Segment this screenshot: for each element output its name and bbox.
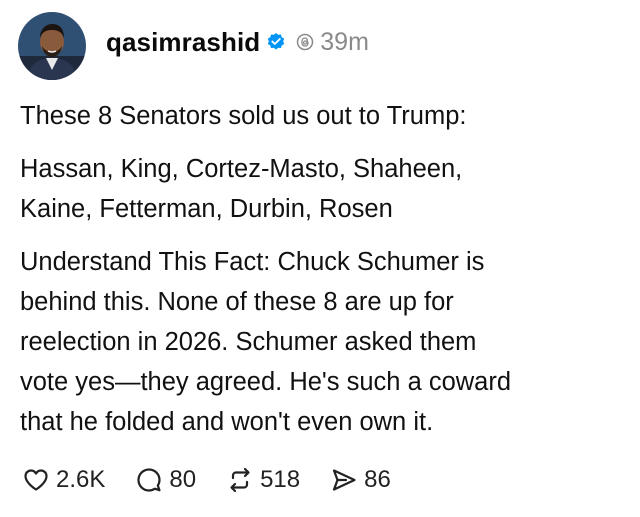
post-meta: qasimrashid 39m xyxy=(106,27,369,58)
post-paragraph: These 8 Senators sold us out to Trump: xyxy=(20,96,625,136)
post-text-line: Understand This Fact: Chuck Schumer is xyxy=(20,248,485,276)
post-text-line: reelection in 2026. Schumer asked them xyxy=(20,328,477,356)
post-header: qasimrashid 39m xyxy=(18,12,369,80)
like-button[interactable]: 2.6K xyxy=(22,466,105,494)
post-body: These 8 Senators sold us out to Trump: H… xyxy=(20,96,625,442)
post-timestamp: 39m xyxy=(320,27,369,56)
threads-logo-icon xyxy=(296,33,314,51)
repost-button[interactable]: 518 xyxy=(226,466,300,494)
reply-button[interactable]: 80 xyxy=(135,466,196,494)
avatar[interactable] xyxy=(18,12,86,80)
post-text-line: that he folded and won't even own it. xyxy=(20,408,434,436)
share-icon xyxy=(333,469,356,491)
post-paragraph: Understand This Fact: Chuck Schumer is b… xyxy=(20,242,625,442)
repost-icon xyxy=(230,467,250,493)
comment-icon xyxy=(137,468,161,492)
avatar-image xyxy=(18,12,86,80)
repost-count: 518 xyxy=(260,466,301,493)
share-count: 86 xyxy=(364,466,391,493)
reply-count: 80 xyxy=(169,466,197,493)
like-count: 2.6K xyxy=(56,466,106,493)
share-button[interactable]: 86 xyxy=(330,466,391,494)
post-paragraph: Hassan, King, Cortez-Masto, Shaheen, Kai… xyxy=(20,149,625,229)
post-text-line: behind this. None of these 8 are up for xyxy=(20,288,454,316)
author-username[interactable]: qasimrashid xyxy=(106,27,260,58)
post-text-line: Hassan, King, Cortez-Masto, Shaheen, xyxy=(20,155,463,183)
thread-post: qasimrashid 39m These 8 Senators sold us… xyxy=(0,0,640,517)
heart-icon xyxy=(24,469,48,491)
post-text-line: Kaine, Fetterman, Durbin, Rosen xyxy=(20,195,393,223)
post-text-line: vote yes—they agreed. He's such a coward xyxy=(20,368,512,396)
post-actions: 2.6K 80 518 86 xyxy=(22,465,421,495)
verified-badge-icon xyxy=(266,32,286,52)
post-text-line: These 8 Senators sold us out to Trump: xyxy=(20,102,467,130)
